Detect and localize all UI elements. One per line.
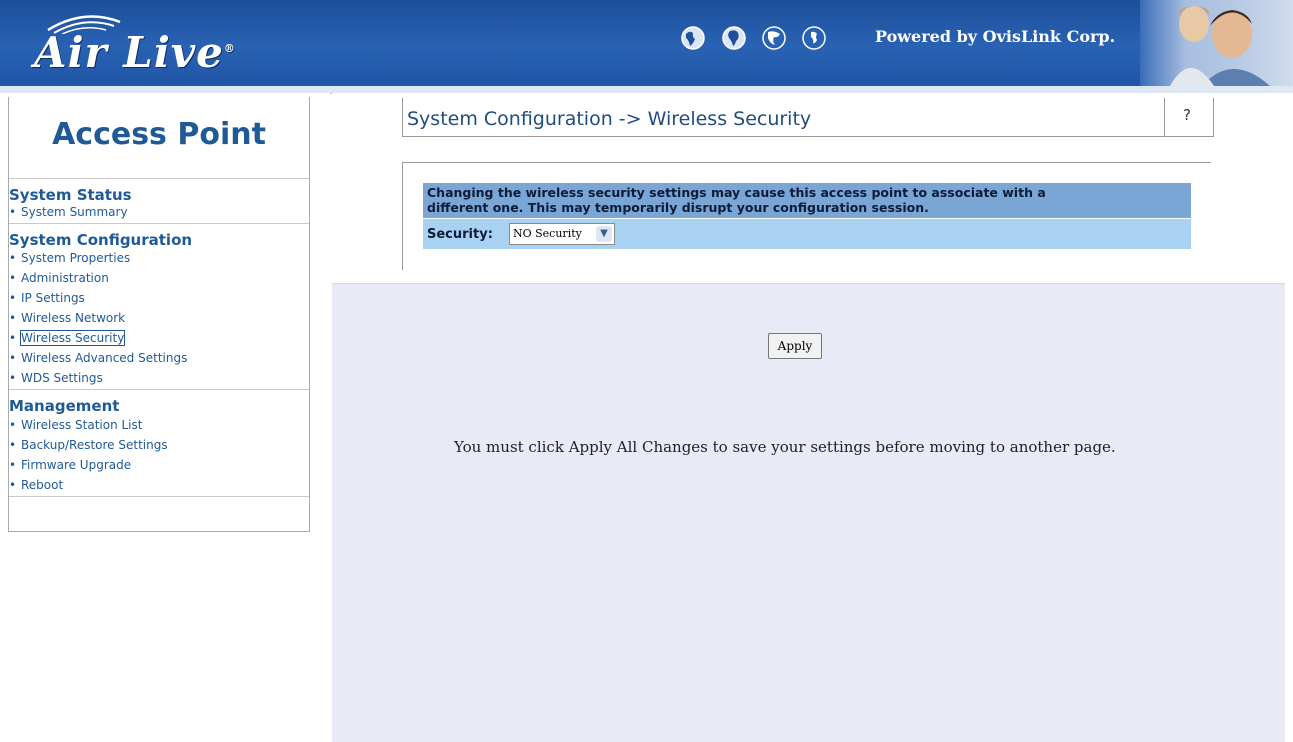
nav-divider [9,223,309,224]
bullet-icon: • [9,458,17,472]
nav-divider [9,496,309,497]
main-content: System Configuration -> Wireless Securit… [332,93,1285,742]
nav-item-system-properties[interactable]: • System Properties [9,251,130,265]
security-row: Security: NO Security ▼ [423,219,1191,249]
security-select[interactable]: NO Security ▼ [509,223,615,245]
panel-divider [332,281,1285,284]
warning-message: Changing the wireless security settings … [423,183,1191,218]
nav-item-wireless-network[interactable]: • Wireless Network [9,311,125,325]
bullet-icon: • [9,271,17,285]
sidebar: Access Point System Status • System Summa… [0,93,330,742]
warning-line-2: different one. This may temporarily disr… [427,200,929,215]
globe-africa-icon [722,26,746,50]
bullet-icon: • [9,311,17,325]
bullet-icon: • [9,251,17,265]
nav-heading-system-status: System Status [9,186,132,204]
bullet-icon: • [9,291,17,305]
security-select-value: NO Security [513,227,582,240]
globe-americas-icon [681,26,705,50]
nav-divider [9,178,309,179]
bullet-icon: • [9,438,17,452]
bullet-icon: • [9,205,17,219]
bullet-icon: • [9,351,17,365]
nav-item-reboot[interactable]: • Reboot [9,478,63,492]
globe-asia-icon [802,26,826,50]
registered-mark: ® [223,42,236,55]
airlive-logo: Air Live® [30,8,290,80]
logo-wordmark: Air Live [34,28,224,77]
bullet-icon: • [9,371,17,385]
nav-divider [9,389,309,390]
config-panel: System Configuration -> Wireless Securit… [332,93,1285,281]
header-banner: Air Live® Powered by OvisLink Corp. [0,0,1293,86]
nav-item-backup-restore-settings[interactable]: • Backup/Restore Settings [9,438,168,452]
nav-heading-system-configuration: System Configuration [9,231,193,249]
bullet-icon: • [9,418,17,432]
help-button[interactable]: ? [1164,98,1209,136]
security-label: Security: [427,227,493,242]
people-photo [1140,0,1293,86]
nav-item-wireless-station-list[interactable]: • Wireless Station List [9,418,142,432]
nav-item-wireless-advanced-settings[interactable]: • Wireless Advanced Settings [9,351,187,365]
warning-line-1: Changing the wireless security settings … [427,185,1046,200]
apply-note: You must click Apply All Changes to save… [454,438,1116,456]
nav-item-wireless-security[interactable]: • Wireless Security [9,330,126,346]
page-title-bar: System Configuration -> Wireless Securit… [402,98,1214,137]
powered-by-text: Powered by OvisLink Corp. [875,27,1116,46]
globe-europe-icon [762,26,786,50]
nav-item-system-summary[interactable]: • System Summary [9,205,128,219]
nav-item-ip-settings[interactable]: • IP Settings [9,291,85,305]
sidebar-title: Access Point [52,117,266,152]
chevron-down-icon: ▼ [596,226,612,242]
nav-item-wds-settings[interactable]: • WDS Settings [9,371,103,385]
navigation-menu: Access Point System Status • System Summa… [8,97,310,532]
security-form: Changing the wireless security settings … [402,162,1211,270]
apply-button[interactable]: Apply [768,333,822,359]
nav-item-firmware-upgrade[interactable]: • Firmware Upgrade [9,458,131,472]
bullet-icon: • [9,331,17,345]
right-margin [1285,93,1293,742]
bullet-icon: • [9,478,17,492]
nav-heading-management: Management [9,397,120,415]
page-title: System Configuration -> Wireless Securit… [407,108,812,130]
nav-item-administration[interactable]: • Administration [9,271,109,285]
